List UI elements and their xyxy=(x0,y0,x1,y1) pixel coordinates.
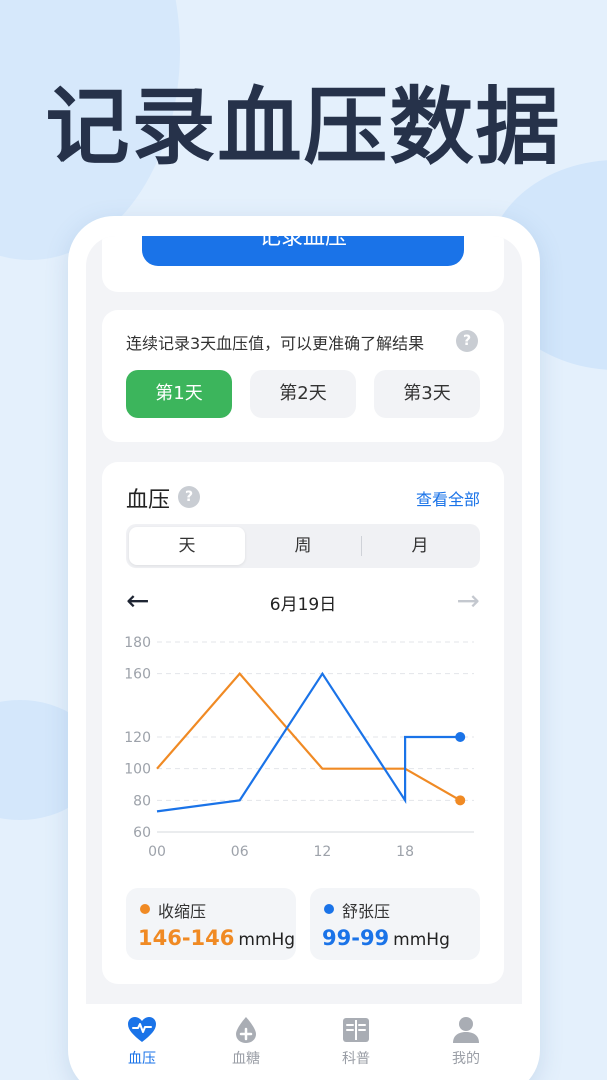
tab-blood-pressure[interactable]: 血压 xyxy=(102,1016,182,1076)
user-icon xyxy=(453,1017,479,1043)
help-icon[interactable]: ? xyxy=(178,486,200,508)
blood-drop-plus-icon xyxy=(236,1017,256,1043)
day-3-button[interactable]: 第3天 xyxy=(374,370,480,418)
date-navigator: ← 6月19日 → xyxy=(126,584,480,620)
current-date: 6月19日 xyxy=(269,595,337,615)
period-segmented-control: 天 周 月 xyxy=(126,524,480,568)
help-icon[interactable]: ? xyxy=(456,330,478,352)
days-note: 连续记录3天血压值，可以更准确了解结果 xyxy=(126,334,425,353)
legend-dot xyxy=(140,904,150,914)
tab-label: 科普 xyxy=(342,1051,370,1067)
legend-value-line: 99-99 mmHg xyxy=(322,926,450,950)
heart-pulse-icon xyxy=(128,1017,156,1042)
segment-day[interactable]: 天 xyxy=(129,527,245,565)
legend-diastolic: 舒张压 99-99 mmHg xyxy=(310,888,480,960)
book-icon xyxy=(343,1018,369,1042)
y-tick-label: 120 xyxy=(124,730,151,746)
tab-science[interactable]: 科普 xyxy=(316,1016,396,1076)
y-tick-label: 80 xyxy=(133,793,151,809)
y-tick-label: 160 xyxy=(124,667,151,683)
app-screen: 记录血压 连续记录3天血压值，可以更准确了解结果 ? 第1天 第2天 第3天 血… xyxy=(86,236,522,1080)
legend-name: 舒张压 xyxy=(342,902,391,921)
x-tick-label: 00 xyxy=(148,844,166,860)
bottom-tab-bar: 血压 血糖 科普 我的 xyxy=(86,1004,522,1080)
record-bp-button[interactable]: 记录血压 xyxy=(142,236,464,266)
x-tick-label: 12 xyxy=(313,844,331,860)
bp-line-chart: 60 80 100 120 160 180 00 06 12 18 xyxy=(124,635,474,860)
y-tick-label: 60 xyxy=(133,825,151,841)
segment-week[interactable]: 周 xyxy=(245,527,361,565)
legend-dot xyxy=(324,904,334,914)
legend-value-line: 146-146 mmHg xyxy=(138,926,295,950)
day-2-button[interactable]: 第2天 xyxy=(250,370,356,418)
bp-chart-card: 血压 ? 查看全部 天 周 月 ← 6月19日 → 60 80 100 120 160 1… xyxy=(102,462,504,984)
day-1-button[interactable]: 第1天 xyxy=(126,370,232,418)
next-day-arrow-icon[interactable]: → xyxy=(457,584,480,618)
days-card: 连续记录3天血压值，可以更准确了解结果 ? 第1天 第2天 第3天 xyxy=(102,310,504,442)
legend-value: 146-146 xyxy=(138,926,235,950)
series-end-point xyxy=(455,795,466,806)
record-card: 记录血压 xyxy=(102,236,504,292)
legend-value: 99-99 xyxy=(322,926,390,950)
y-tick-label: 100 xyxy=(124,762,151,778)
phone-frame: 记录血压 连续记录3天血压值，可以更准确了解结果 ? 第1天 第2天 第3天 血… xyxy=(68,216,540,1080)
legend-systolic: 收缩压 146-146 mmHg xyxy=(126,888,296,960)
series-end-point xyxy=(455,732,466,742)
tab-label: 血糖 xyxy=(232,1051,260,1067)
x-tick-label: 06 xyxy=(231,844,249,860)
legend-name: 收缩压 xyxy=(158,902,207,921)
bp-card-title: 血压 xyxy=(126,488,171,513)
series-line-diastolic xyxy=(156,671,461,813)
view-all-link[interactable]: 查看全部 xyxy=(416,486,480,510)
tab-label: 血压 xyxy=(128,1051,156,1067)
tab-mine[interactable]: 我的 xyxy=(426,1016,506,1076)
legend-unit: mmHg xyxy=(238,930,296,950)
legend-unit: mmHg xyxy=(393,930,450,950)
segment-month[interactable]: 月 xyxy=(362,527,478,565)
promo-headline: 记录血压数据 xyxy=(45,78,562,176)
y-tick-label: 180 xyxy=(124,635,151,651)
x-tick-label: 18 xyxy=(396,844,414,860)
tab-label: 我的 xyxy=(452,1051,480,1067)
tab-blood-sugar[interactable]: 血糖 xyxy=(206,1016,286,1076)
